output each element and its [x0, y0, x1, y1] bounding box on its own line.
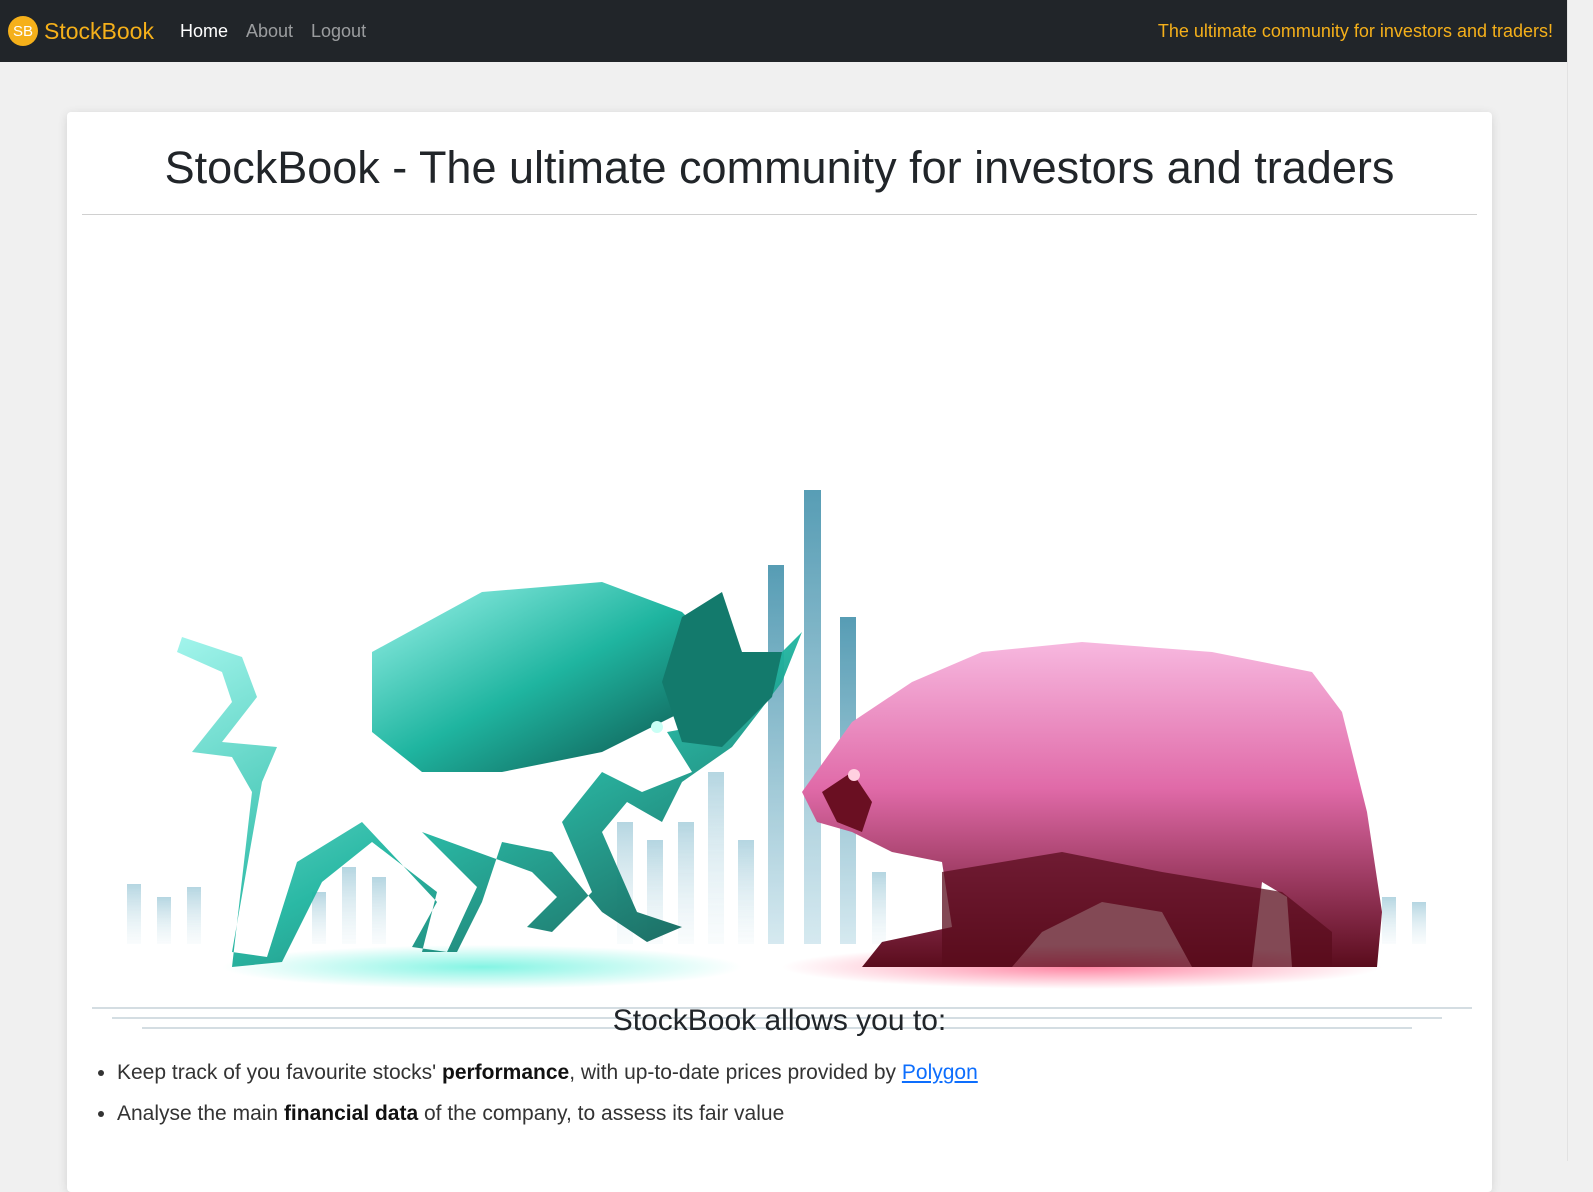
feature-highlight: financial data — [283, 1102, 419, 1125]
nav-logout-link[interactable]: Logout — [311, 21, 366, 42]
brand-name: StockBook — [44, 17, 154, 44]
top-navbar: SB StockBook Home About Logout The ultim… — [0, 0, 1593, 62]
features-list: Keep track of you favourite stocks' perf… — [117, 1060, 978, 1142]
brand-logo: SB — [8, 16, 38, 46]
feature-text: Keep track of you favourite stocks' — [117, 1061, 442, 1084]
page-scrollbar[interactable] — [1567, 0, 1593, 1161]
main-card: StockBook - The ultimate community for i… — [67, 112, 1492, 1192]
title-divider — [82, 214, 1477, 215]
polygon-link[interactable]: Polygon — [902, 1061, 978, 1084]
feature-highlight: performance — [442, 1061, 570, 1084]
page-title: StockBook - The ultimate community for i… — [164, 142, 1395, 193]
brand-link[interactable]: SB StockBook — [8, 16, 154, 46]
bear-figure — [802, 642, 1382, 967]
feature-text: Analyse the main — [117, 1102, 284, 1125]
features-heading: StockBook allows you to: — [612, 1004, 947, 1037]
feature-text: , with up-to-date prices provided by — [569, 1061, 902, 1084]
bull-vs-bear-illustration — [92, 490, 1472, 1029]
feature-text: of the company, to assess its fair value — [418, 1102, 785, 1125]
nav-home-link[interactable]: Home — [180, 21, 228, 42]
nav-tagline: The ultimate community for investors and… — [1157, 21, 1553, 41]
feature-item: Analyse the main financial data of the c… — [117, 1101, 978, 1127]
nav-about-link[interactable]: About — [246, 21, 293, 42]
nav-links: Home About Logout — [180, 21, 384, 42]
feature-item: Keep track of you favourite stocks' perf… — [117, 1060, 978, 1086]
